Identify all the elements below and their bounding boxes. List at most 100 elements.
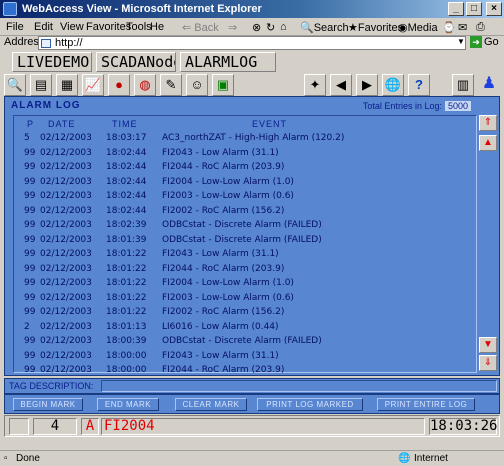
log-row[interactable]: 5 02/12/2003 18:03:17 AC3_northZAT - High-H… xyxy=(14,132,476,146)
down-arrow-icon: ▼ xyxy=(483,339,493,350)
menu-favorites[interactable]: Favorites xyxy=(86,21,131,33)
stop-icon[interactable]: ⊗ xyxy=(252,21,261,34)
log-cell-time: 18:02:44 xyxy=(106,191,147,201)
menu-view[interactable]: View xyxy=(60,21,84,33)
analog-trend-icon[interactable]: 📈 xyxy=(82,74,104,96)
log-cell-time: 18:01:22 xyxy=(106,292,147,303)
print-entire-log-button[interactable]: PRINT ENTIRE LOG xyxy=(377,398,475,411)
go-button[interactable]: ➜ Go xyxy=(470,36,499,48)
history-icon[interactable]: ⌚ xyxy=(442,21,456,34)
double-down-arrow-icon: ⇓ xyxy=(483,357,493,368)
log-cell-date: 02/12/2003 xyxy=(40,176,92,187)
log-row[interactable]: 99 02/12/2003 18:01:22 FI2002 - RoC Alarm (… xyxy=(14,306,476,320)
alarm-log-list[interactable]: P DATE TIME EVENT 5 02/12/2003 18:03:17 AC3… xyxy=(13,115,477,375)
log-row[interactable]: 2 02/12/2003 18:01:13 LI6016 - Low Alarm (0… xyxy=(14,321,476,335)
log-cell-event: ODBCstat - Discrete Alarm (FAILED) xyxy=(162,220,322,230)
log-row[interactable]: 99 02/12/2003 18:01:39 ODBCstat - Discrete … xyxy=(14,234,476,248)
menu-help[interactable]: Help xyxy=(150,21,164,33)
print-log-marked-button[interactable]: PRINT LOG MARKED xyxy=(257,398,363,411)
log-row[interactable]: 99 02/12/2003 18:00:00 FI2043 - Low Alarm (… xyxy=(14,350,476,364)
begin-mark-button[interactable]: BEGIN MARK xyxy=(13,398,83,411)
prev-page-icon[interactable]: ◀ xyxy=(330,74,352,96)
log-row[interactable]: 99 02/12/2003 18:02:44 FI2003 - Low-Low Ala… xyxy=(14,190,476,204)
log-row[interactable]: 99 02/12/2003 18:00:39 ODBCstat - Discrete … xyxy=(14,335,476,349)
clear-mark-button[interactable]: CLEAR MARK xyxy=(175,398,247,411)
back-button[interactable]: ⇐ Back xyxy=(182,21,219,34)
panel-title: ALARM LOG xyxy=(11,100,81,111)
address-bar: Address http:// ▼ ➜ Go xyxy=(0,36,504,50)
media-button[interactable]: ◉Media xyxy=(398,21,438,34)
log-cell-event: FI2044 - RoC Alarm (203.9) xyxy=(162,263,285,274)
log-cell-event: FI2003 - Low-Low Alarm (0.6) xyxy=(162,292,294,303)
print-icon[interactable]: ⎙ xyxy=(476,21,485,34)
log-cell-event: FI2043 - Low Alarm (31.1) xyxy=(162,350,279,361)
menu-edit[interactable]: Edit xyxy=(34,21,53,33)
search-button[interactable]: 🔍Search xyxy=(300,21,349,34)
next-page-icon[interactable]: ▶ xyxy=(356,74,378,96)
log-row[interactable]: 99 02/12/2003 18:02:44 FI2002 - RoC Alarm (… xyxy=(14,205,476,219)
tab-livedemo[interactable]: LIVEDEMO xyxy=(12,52,92,72)
log-cell-date: 02/12/2003 xyxy=(40,350,92,361)
log-row[interactable]: 99 02/12/2003 18:00:00 FI2044 - RoC Alarm (… xyxy=(14,364,476,378)
log-cell-priority: 99 xyxy=(24,307,36,317)
scroll-up-button[interactable]: ▲ xyxy=(479,135,497,151)
forward-arrow-icon[interactable]: ⇒ xyxy=(228,21,237,34)
calculator-icon[interactable]: ▤ xyxy=(30,74,52,96)
refresh-icon[interactable]: ↻ xyxy=(266,21,275,34)
scroll-bottom-button[interactable]: ⇓ xyxy=(479,355,497,371)
globe-icon[interactable]: 🌐 xyxy=(382,74,404,96)
address-input[interactable]: http:// xyxy=(38,36,466,50)
log-row[interactable]: 99 02/12/2003 18:02:44 FI2004 - Low-Low Ala… xyxy=(14,176,476,190)
alarm-count: 4 xyxy=(33,418,77,435)
log-cell-time: 18:00:00 xyxy=(106,350,147,361)
scroll-top-button[interactable]: ⇑ xyxy=(479,115,497,131)
log-cell-time: 18:01:22 xyxy=(106,263,147,274)
tab-alarmlog[interactable]: ALARMLOG xyxy=(180,52,276,72)
user-login-icon[interactable]: ☺ xyxy=(186,74,208,96)
double-up-arrow-icon: ⇑ xyxy=(483,117,493,128)
log-cell-priority: 99 xyxy=(24,350,36,361)
colors-icon[interactable]: ✦ xyxy=(304,74,326,96)
media-icon: ◉ xyxy=(398,22,408,34)
log-row[interactable]: 99 02/12/2003 18:02:44 FI2044 - RoC Alarm (… xyxy=(14,161,476,175)
log-row[interactable]: 99 02/12/2003 18:01:22 FI2003 - Low-Low Ala… xyxy=(14,292,476,306)
terminal-icon[interactable]: ▣ xyxy=(212,74,234,96)
log-cell-time: 18:01:22 xyxy=(106,249,147,259)
log-cell-priority: 99 xyxy=(24,220,36,230)
favorites-button[interactable]: ★Favorites xyxy=(348,21,403,34)
user-figure-icon[interactable]: ♟ xyxy=(478,74,500,96)
log-cell-date: 02/12/2003 xyxy=(40,278,92,288)
status-text: Done xyxy=(16,453,40,464)
log-row[interactable]: 99 02/12/2003 18:02:39 ODBCstat - Discrete … xyxy=(14,219,476,233)
menu-file[interactable]: File xyxy=(6,21,24,33)
alarm-tag-name[interactable]: FI2004 xyxy=(101,418,425,435)
home-icon[interactable]: ⌂ xyxy=(280,21,287,33)
alarm-ack-icon[interactable]: ◍ xyxy=(134,74,156,96)
log-row[interactable]: 99 02/12/2003 18:02:44 FI2043 - Low Alarm (… xyxy=(14,147,476,161)
trend-chart-icon[interactable]: ▦ xyxy=(56,74,78,96)
alarm-bell-icon[interactable]: ● xyxy=(108,74,130,96)
log-row[interactable]: 99 02/12/2003 18:01:22 FI2004 - Low-Low Ala… xyxy=(14,277,476,291)
menu-tools[interactable]: Tools xyxy=(126,21,152,33)
scroll-down-button[interactable]: ▼ xyxy=(479,337,497,353)
log-row[interactable]: 99 02/12/2003 18:01:22 FI2044 - RoC Alarm (… xyxy=(14,263,476,277)
pencil-edit-icon[interactable]: ✎ xyxy=(160,74,182,96)
log-cell-event: FI2044 - RoC Alarm (203.9) xyxy=(162,365,285,375)
close-button[interactable]: × xyxy=(486,2,502,16)
minimize-button[interactable]: _ xyxy=(448,2,464,16)
notebook-icon[interactable]: ▥ xyxy=(452,74,474,96)
log-cell-time: 18:03:17 xyxy=(106,133,147,143)
zoom-icon[interactable]: 🔍 xyxy=(4,74,26,96)
search-label: Search xyxy=(313,22,349,34)
mail-icon[interactable]: ✉ xyxy=(458,21,467,34)
end-mark-button[interactable]: END MARK xyxy=(97,398,159,411)
tab-scadanode[interactable]: SCADANode xyxy=(96,52,176,72)
help-icon[interactable]: ? xyxy=(408,74,430,96)
go-label: Go xyxy=(484,36,499,48)
maximize-button[interactable]: □ xyxy=(466,2,482,16)
address-dropdown-icon[interactable]: ▼ xyxy=(456,37,466,49)
log-cell-priority: 5 xyxy=(24,133,30,143)
go-arrow-icon: ➜ xyxy=(470,36,482,48)
total-entries-label: Total Entries in Log: xyxy=(362,101,442,111)
log-row[interactable]: 99 02/12/2003 18:01:22 FI2043 - Low Alarm (… xyxy=(14,248,476,262)
